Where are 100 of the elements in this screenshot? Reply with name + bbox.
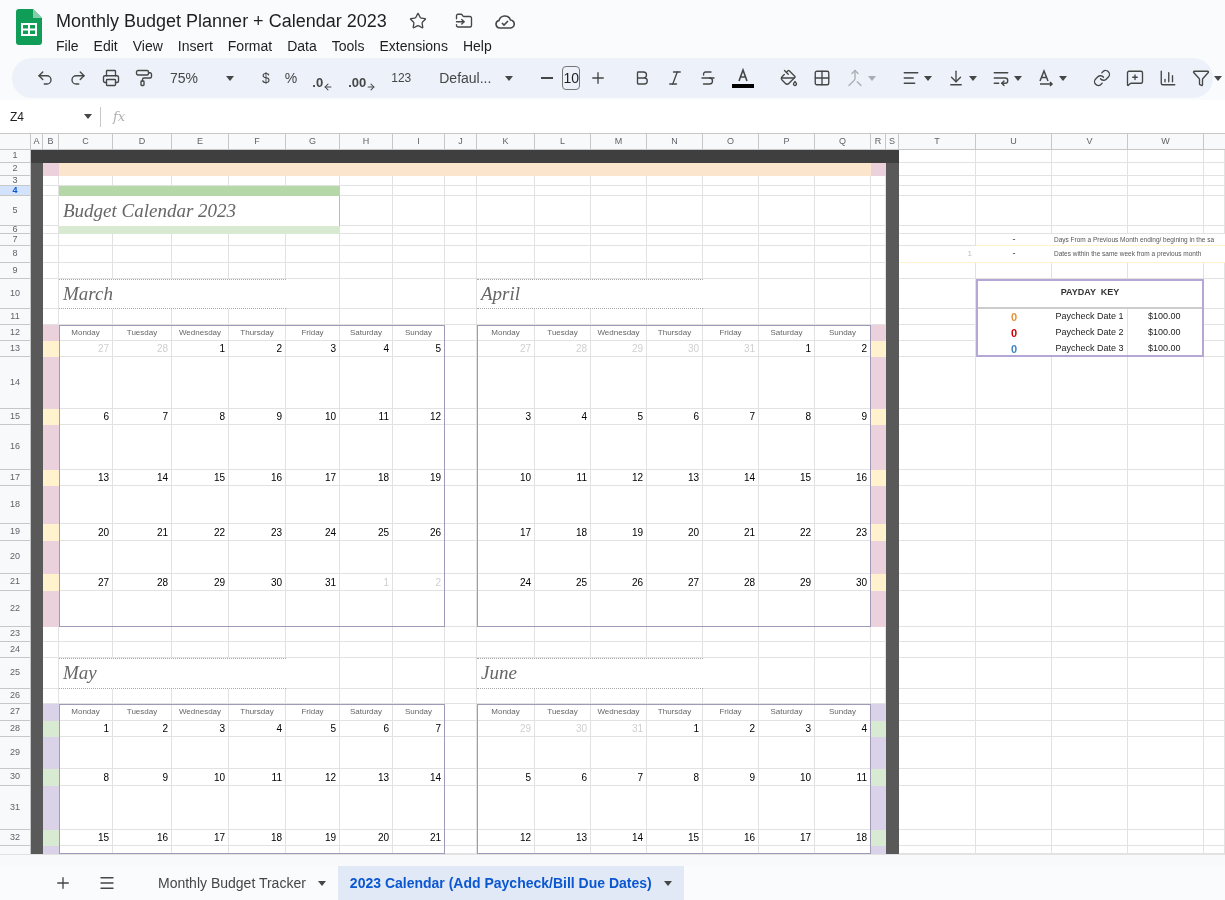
arrow-right-icon: [366, 82, 377, 92]
link-icon: [1092, 69, 1111, 87]
row-header[interactable]: 24: [0, 642, 31, 658]
row-header[interactable]: 5: [0, 196, 31, 226]
row-header[interactable]: 7: [0, 234, 31, 246]
row-header[interactable]: 28: [0, 721, 31, 737]
menu-item[interactable]: Tools: [331, 36, 365, 57]
align-left-icon: [901, 69, 920, 87]
dropdown-icon: [1058, 75, 1067, 81]
paint-roller-icon: [135, 69, 153, 87]
menu-item[interactable]: Data: [287, 36, 317, 57]
row-header[interactable]: 25: [0, 658, 31, 689]
document-title[interactable]: Monthly Budget Planner + Calendar 2023: [56, 7, 387, 35]
row-header[interactable]: 30: [0, 769, 31, 786]
column-header[interactable]: A: [31, 134, 43, 150]
row-header[interactable]: 12: [0, 325, 31, 341]
row-header[interactable]: 13: [0, 341, 31, 357]
menu-item[interactable]: Edit: [93, 36, 118, 57]
row-header[interactable]: 16: [0, 425, 31, 470]
column-header[interactable]: R: [871, 134, 886, 150]
menu-icon: [98, 874, 116, 892]
decrease-decimal-button[interactable]: .0: [306, 64, 340, 92]
arrow-left-icon: [323, 82, 334, 92]
column-header[interactable]: O: [703, 134, 759, 150]
menu-item[interactable]: Help: [462, 36, 492, 57]
spreadsheet-logo[interactable]: [16, 9, 42, 45]
column-header[interactable]: Q: [815, 134, 871, 150]
column-header[interactable]: H: [340, 134, 393, 150]
column-header[interactable]: W: [1128, 134, 1204, 150]
week-marker: [871, 325, 886, 341]
column-header[interactable]: I: [393, 134, 445, 150]
column-header[interactable]: S: [886, 134, 899, 150]
column-header[interactable]: T: [899, 134, 976, 150]
row-header[interactable]: 18: [0, 486, 31, 524]
column-header[interactable]: P: [759, 134, 815, 150]
row-header[interactable]: 22: [0, 591, 31, 627]
row-header[interactable]: 15: [0, 409, 31, 425]
row-header[interactable]: 11: [0, 309, 31, 325]
payday-label: Paycheck Date 2: [1052, 325, 1128, 341]
column-header[interactable]: G: [286, 134, 340, 150]
cloud-check-icon[interactable]: [494, 13, 515, 29]
row-header[interactable]: 14: [0, 357, 31, 409]
column-header[interactable]: M: [591, 134, 647, 150]
column-header[interactable]: B: [43, 134, 59, 150]
menu-item[interactable]: File: [56, 36, 79, 57]
row-header[interactable]: 6: [0, 226, 31, 234]
row-header[interactable]: 23: [0, 627, 31, 642]
row-header[interactable]: 20: [0, 541, 31, 574]
wrap-text-icon: [991, 69, 1010, 87]
month-title: May: [59, 658, 286, 689]
column-header[interactable]: L: [535, 134, 591, 150]
menu-item[interactable]: Format: [227, 36, 273, 57]
zoom-select[interactable]: 75%: [162, 64, 243, 92]
sheet-tab[interactable]: 2023 Calendar (Add Paycheck/Bill Due Dates): [337, 866, 684, 900]
row-header[interactable]: 8: [0, 246, 31, 263]
name-box[interactable]: Z4: [0, 107, 100, 126]
column-header[interactable]: J: [445, 134, 477, 150]
dropdown-icon: [923, 75, 932, 81]
column-header[interactable]: D: [113, 134, 172, 150]
row-header[interactable]: 29: [0, 737, 31, 769]
row-header[interactable]: 1: [0, 150, 31, 163]
increase-decimal-button[interactable]: .00: [342, 64, 383, 92]
row-header[interactable]: 2: [0, 163, 31, 176]
row-header[interactable]: 32: [0, 830, 31, 846]
menu-item[interactable]: View: [132, 36, 163, 57]
plus-icon: [54, 874, 72, 892]
column-header[interactable]: V: [1052, 134, 1128, 150]
column-header[interactable]: C: [59, 134, 113, 150]
row-header[interactable]: 19: [0, 524, 31, 541]
redo-icon: [69, 69, 87, 87]
font-select[interactable]: Defaul...: [431, 64, 522, 92]
minus-icon: [541, 77, 554, 79]
menu-item[interactable]: Extensions: [379, 36, 448, 57]
font-size-field[interactable]: 10: [562, 66, 580, 90]
row-header[interactable]: 3: [0, 176, 31, 186]
column-header[interactable]: F: [229, 134, 286, 150]
row-header[interactable]: 31: [0, 786, 31, 830]
text-rotation-icon: [1036, 69, 1055, 87]
dropdown-icon: [663, 880, 672, 886]
row-header[interactable]: 10: [0, 279, 31, 309]
number-format-button[interactable]: 123: [385, 64, 418, 92]
column-header[interactable]: K: [477, 134, 535, 150]
percent-button[interactable]: %: [278, 64, 304, 92]
row-header[interactable]: 9: [0, 263, 31, 279]
column-header[interactable]: E: [172, 134, 229, 150]
strikethrough-icon: [698, 69, 717, 87]
sheet-title: Budget Calendar 2023: [59, 196, 340, 226]
chart-icon: [1158, 69, 1177, 87]
legend-marker: -: [976, 246, 1052, 263]
row-header[interactable]: 17: [0, 470, 31, 486]
row-header[interactable]: 4: [0, 186, 31, 196]
dropdown-icon: [1013, 75, 1022, 81]
menu-item[interactable]: Insert: [177, 36, 213, 57]
row-header[interactable]: 27: [0, 704, 31, 721]
row-header[interactable]: 21: [0, 574, 31, 591]
column-header[interactable]: N: [647, 134, 703, 150]
column-header[interactable]: U: [976, 134, 1052, 150]
sheet-tab[interactable]: Monthly Budget Tracker: [146, 866, 338, 900]
row-header[interactable]: 26: [0, 689, 31, 704]
currency-button[interactable]: $: [256, 64, 276, 92]
